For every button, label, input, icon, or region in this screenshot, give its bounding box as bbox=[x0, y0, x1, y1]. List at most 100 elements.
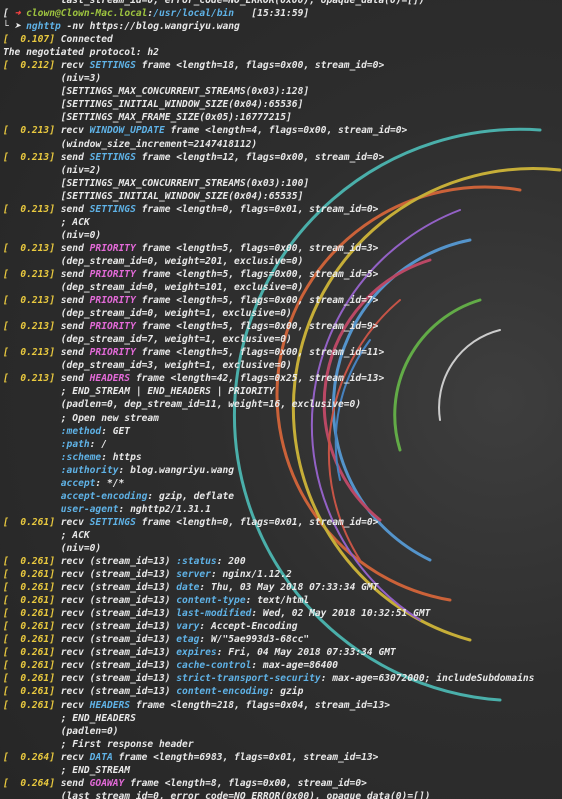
terminal-text-segment: [SETTINGS_MAX_CONCURRENT_STREAMS(0x03):1… bbox=[3, 86, 310, 98]
terminal-text-segment: PRIORITY bbox=[89, 295, 136, 307]
terminal-text-segment: frame <length=12, flags=0x00, stream_id=… bbox=[135, 151, 385, 163]
terminal-text-segment: :scheme bbox=[60, 451, 102, 463]
terminal-text-segment: [ 0.261] bbox=[3, 660, 55, 672]
terminal-text-segment: [ 0.261] bbox=[3, 686, 55, 698]
terminal-line: (padlen=0, dep_stream_id=11, weight=16, … bbox=[3, 398, 562, 411]
terminal-text-segment: [ 0.261] bbox=[3, 556, 55, 568]
terminal-text-segment: SETTINGS bbox=[89, 151, 136, 163]
terminal-text-segment: : Accept-Encoding bbox=[199, 621, 298, 633]
terminal-text-segment: frame <length=18, flags=0x00, stream_id=… bbox=[135, 60, 385, 72]
terminal-text-segment: ; ACK bbox=[3, 529, 90, 541]
terminal-text-segment: DATA bbox=[89, 751, 113, 763]
terminal-text-segment: send bbox=[54, 268, 90, 280]
terminal-line: ; END_STREAM bbox=[3, 764, 562, 777]
terminal-text-segment: : blog.wangriyu.wang bbox=[118, 464, 235, 476]
terminal-text-segment: -nv https://blog.wangriyu.wang bbox=[60, 21, 240, 33]
terminal-text-segment: ➤ bbox=[14, 21, 27, 33]
terminal-line: last_stream_id=0, error_code=NO_ERROR(0x… bbox=[3, 0, 562, 7]
terminal-text-segment: send bbox=[54, 242, 90, 254]
terminal-text-segment: : nghttp2/1.31.1 bbox=[118, 503, 211, 515]
terminal-text-segment: :path bbox=[60, 438, 90, 450]
terminal-text-segment: frame <length=42, flags=0x25, stream_id=… bbox=[130, 373, 385, 385]
terminal-text-segment: frame <length=0, flags=0x01, stream_id=0… bbox=[135, 203, 379, 215]
terminal-text-segment: recv (stream_id=13) bbox=[54, 660, 177, 672]
terminal-text-segment: last-modified bbox=[176, 608, 252, 620]
terminal-line: [ 0.213] send PRIORITY frame <length=5, … bbox=[3, 346, 562, 359]
terminal-text-segment: recv bbox=[54, 516, 90, 528]
terminal-text-segment: ; END_STREAM bbox=[3, 764, 131, 776]
terminal-text-segment: :method bbox=[60, 425, 102, 437]
terminal-text-segment: frame <length=218, flags=0x04, stream_id… bbox=[130, 699, 390, 711]
terminal-text-segment: [ 0.261] bbox=[3, 595, 55, 607]
terminal-text-segment: : https bbox=[101, 451, 142, 463]
terminal-text-segment: [SETTINGS_MAX_FRAME_SIZE(0x05):16777215] bbox=[3, 112, 292, 124]
terminal-text-segment: (padlen=0, dep_stream_id=11, weight=16, … bbox=[3, 399, 362, 411]
terminal-text-segment: SETTINGS bbox=[89, 60, 136, 72]
terminal-text-segment: (dep_stream_id=0, weight=101, exclusive=… bbox=[3, 282, 304, 294]
terminal-text-segment: : max-age=63072000; includeSubdomains bbox=[320, 673, 535, 685]
terminal-text-segment: [ 0.213] bbox=[3, 242, 55, 254]
terminal-text-segment: content-encoding bbox=[176, 686, 269, 698]
terminal-line: :method: GET bbox=[3, 425, 562, 438]
terminal-line: [ 0.261] recv (stream_id=13) expires: Fr… bbox=[3, 646, 562, 659]
terminal-text-segment: /usr/local/bin bbox=[153, 8, 235, 20]
terminal-text-segment: (padlen=0) bbox=[3, 725, 119, 737]
terminal-text-segment: expires bbox=[176, 647, 217, 659]
terminal-line: [ 0.213] send HEADERS frame <length=42, … bbox=[3, 372, 562, 385]
terminal-text-segment: frame <length=4, flags=0x00, stream_id=0… bbox=[164, 125, 408, 137]
terminal-line: [ 0.261] recv (stream_id=13) vary: Accep… bbox=[3, 620, 562, 633]
terminal-text-segment: vary bbox=[176, 621, 200, 633]
terminal-text-segment: [ 0.213] bbox=[3, 151, 55, 163]
terminal-text-segment: clown@Clown-Mac.local bbox=[26, 8, 148, 20]
terminal-window[interactable]: last_stream_id=0, error_code=NO_ERROR(0x… bbox=[0, 0, 562, 799]
terminal-text-segment: recv bbox=[54, 699, 90, 711]
terminal-text-segment: frame <length=6983, flags=0x01, stream_i… bbox=[112, 751, 379, 763]
terminal-line: [ 0.261] recv (stream_id=13) last-modifi… bbox=[3, 607, 562, 620]
terminal-text-segment: [SETTINGS_INITIAL_WINDOW_SIZE(0x04):6553… bbox=[3, 190, 304, 202]
terminal-text-segment: send bbox=[54, 347, 90, 359]
terminal-line: [SETTINGS_INITIAL_WINDOW_SIZE(0x04):6553… bbox=[3, 190, 562, 203]
terminal-text-segment: [SETTINGS_MAX_CONCURRENT_STREAMS(0x03):1… bbox=[3, 177, 310, 189]
terminal-text-segment: [ 0.213] bbox=[3, 347, 55, 359]
terminal-line: ; END_HEADERS bbox=[3, 712, 562, 725]
terminal-text-segment: recv (stream_id=13) bbox=[54, 634, 177, 646]
terminal-text-segment: frame <length=5, flags=0x00, stream_id=3… bbox=[135, 242, 379, 254]
terminal-text-segment: recv (stream_id=13) bbox=[54, 647, 177, 659]
terminal-text-segment: : Fri, 04 May 2018 07:33:34 GMT bbox=[216, 647, 396, 659]
terminal-text-segment: frame <length=0, flags=0x01, stream_id=0… bbox=[135, 516, 379, 528]
terminal-line: [ 0.261] recv (stream_id=13) server: ngi… bbox=[3, 568, 562, 581]
terminal-line: (dep_stream_id=3, weight=1, exclusive=0) bbox=[3, 359, 562, 372]
terminal-line: [ 0.261] recv (stream_id=13) content-typ… bbox=[3, 594, 562, 607]
terminal-text-segment: recv (stream_id=13) bbox=[54, 595, 177, 607]
terminal-text-segment: : nginx/1.12.2 bbox=[210, 569, 292, 581]
terminal-text-segment: recv (stream_id=13) bbox=[54, 673, 177, 685]
terminal-text-segment: └ bbox=[3, 21, 15, 33]
terminal-line: [ 0.213] recv WINDOW_UPDATE frame <lengt… bbox=[3, 124, 562, 137]
terminal-text-segment: server bbox=[176, 569, 211, 581]
terminal-text-segment: PRIORITY bbox=[89, 242, 136, 254]
terminal-line: [ 0.213] send PRIORITY frame <length=5, … bbox=[3, 294, 562, 307]
terminal-text-segment: send bbox=[54, 373, 90, 385]
terminal-text-segment: (niv=0) bbox=[3, 542, 102, 554]
terminal-text-segment: recv bbox=[54, 125, 90, 137]
terminal-output: last_stream_id=0, error_code=NO_ERROR(0x… bbox=[3, 0, 562, 799]
terminal-line: [ 0.264] recv DATA frame <length=6983, f… bbox=[3, 751, 562, 764]
terminal-text-segment: [ 0.261] bbox=[3, 582, 55, 594]
terminal-text-segment: ; END_HEADERS bbox=[3, 712, 136, 724]
terminal-line: (niv=0) bbox=[3, 542, 562, 555]
terminal-line: accept-encoding: gzip, deflate bbox=[3, 490, 562, 503]
terminal-text-segment: [ 0.264] bbox=[3, 751, 55, 763]
terminal-line: [SETTINGS_MAX_CONCURRENT_STREAMS(0x03):1… bbox=[3, 177, 562, 190]
terminal-text-segment: [ 0.107] bbox=[3, 34, 55, 46]
terminal-line: ; END_STREAM | END_HEADERS | PRIORITY bbox=[3, 385, 562, 398]
terminal-text-segment: recv (stream_id=13) bbox=[54, 686, 177, 698]
terminal-text-segment: recv (stream_id=13) bbox=[54, 569, 177, 581]
terminal-text-segment: : Thu, 03 May 2018 07:33:34 GMT bbox=[199, 582, 379, 594]
terminal-line: ; Open new stream bbox=[3, 412, 562, 425]
terminal-text-segment: ; Open new stream bbox=[3, 412, 159, 424]
